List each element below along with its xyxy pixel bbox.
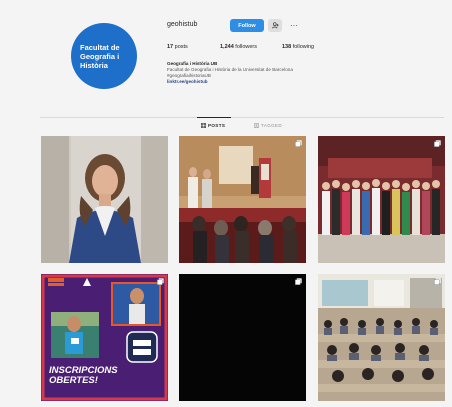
following-count: 138 bbox=[282, 44, 292, 50]
lecture-image bbox=[179, 136, 306, 263]
tab-posts[interactable]: POSTS bbox=[201, 123, 225, 128]
carousel-icon bbox=[157, 278, 164, 285]
avatar-text: Facultat de Geografia i Història bbox=[80, 42, 120, 70]
instagram-profile-page: Facultat de Geografia i Història geohist… bbox=[0, 0, 452, 407]
suggested-accounts-button[interactable] bbox=[268, 19, 282, 32]
black-image bbox=[179, 274, 306, 401]
profile-username: geohistub bbox=[167, 21, 198, 28]
carousel-icon bbox=[434, 140, 441, 147]
followers-count: 1,244 bbox=[220, 44, 234, 50]
followers-stat[interactable]: 1,244 followers bbox=[220, 44, 257, 50]
followers-label: followers bbox=[235, 44, 257, 50]
tab-tagged[interactable]: TAGGED bbox=[254, 123, 282, 128]
tag-icon bbox=[254, 123, 259, 128]
tab-tagged-label: TAGGED bbox=[261, 123, 283, 128]
grid-icon bbox=[201, 123, 206, 128]
post-tile-black[interactable] bbox=[179, 274, 306, 401]
person-add-icon bbox=[271, 22, 279, 29]
promo-headline: INSCRIPCIONS OBERTES! bbox=[49, 365, 118, 386]
post-tile-lecture[interactable] bbox=[179, 136, 306, 263]
group-image bbox=[318, 136, 445, 263]
posts-count: 17 bbox=[167, 44, 174, 50]
portrait-image bbox=[41, 136, 168, 263]
following-label: following bbox=[292, 44, 315, 50]
more-options-button[interactable]: ··· bbox=[290, 21, 298, 30]
following-stat[interactable]: 138 following bbox=[282, 44, 314, 50]
carousel-icon bbox=[295, 140, 302, 147]
post-tile-classroom[interactable] bbox=[318, 274, 445, 401]
tabs-divider bbox=[40, 117, 444, 118]
profile-avatar[interactable]: Facultat de Geografia i Història bbox=[71, 23, 137, 89]
post-tile-group[interactable] bbox=[318, 136, 445, 263]
bio-link[interactable]: linktr.ee/geohistub bbox=[167, 79, 337, 85]
tab-posts-label: POSTS bbox=[208, 123, 226, 128]
follow-button[interactable]: Follow bbox=[230, 19, 264, 32]
profile-bio: Geografia i Història UB Facultat de Geog… bbox=[167, 61, 337, 85]
active-tab-indicator bbox=[197, 117, 231, 118]
ellipsis-icon: ··· bbox=[290, 21, 298, 30]
classroom-image bbox=[318, 274, 445, 401]
carousel-icon bbox=[295, 278, 302, 285]
posts-label: posts bbox=[174, 44, 188, 50]
carousel-icon bbox=[434, 278, 441, 285]
post-tile-portrait[interactable] bbox=[41, 136, 168, 263]
post-tile-promo[interactable]: INSCRIPCIONS OBERTES! bbox=[41, 274, 168, 401]
posts-stat: 17 posts bbox=[167, 44, 188, 50]
